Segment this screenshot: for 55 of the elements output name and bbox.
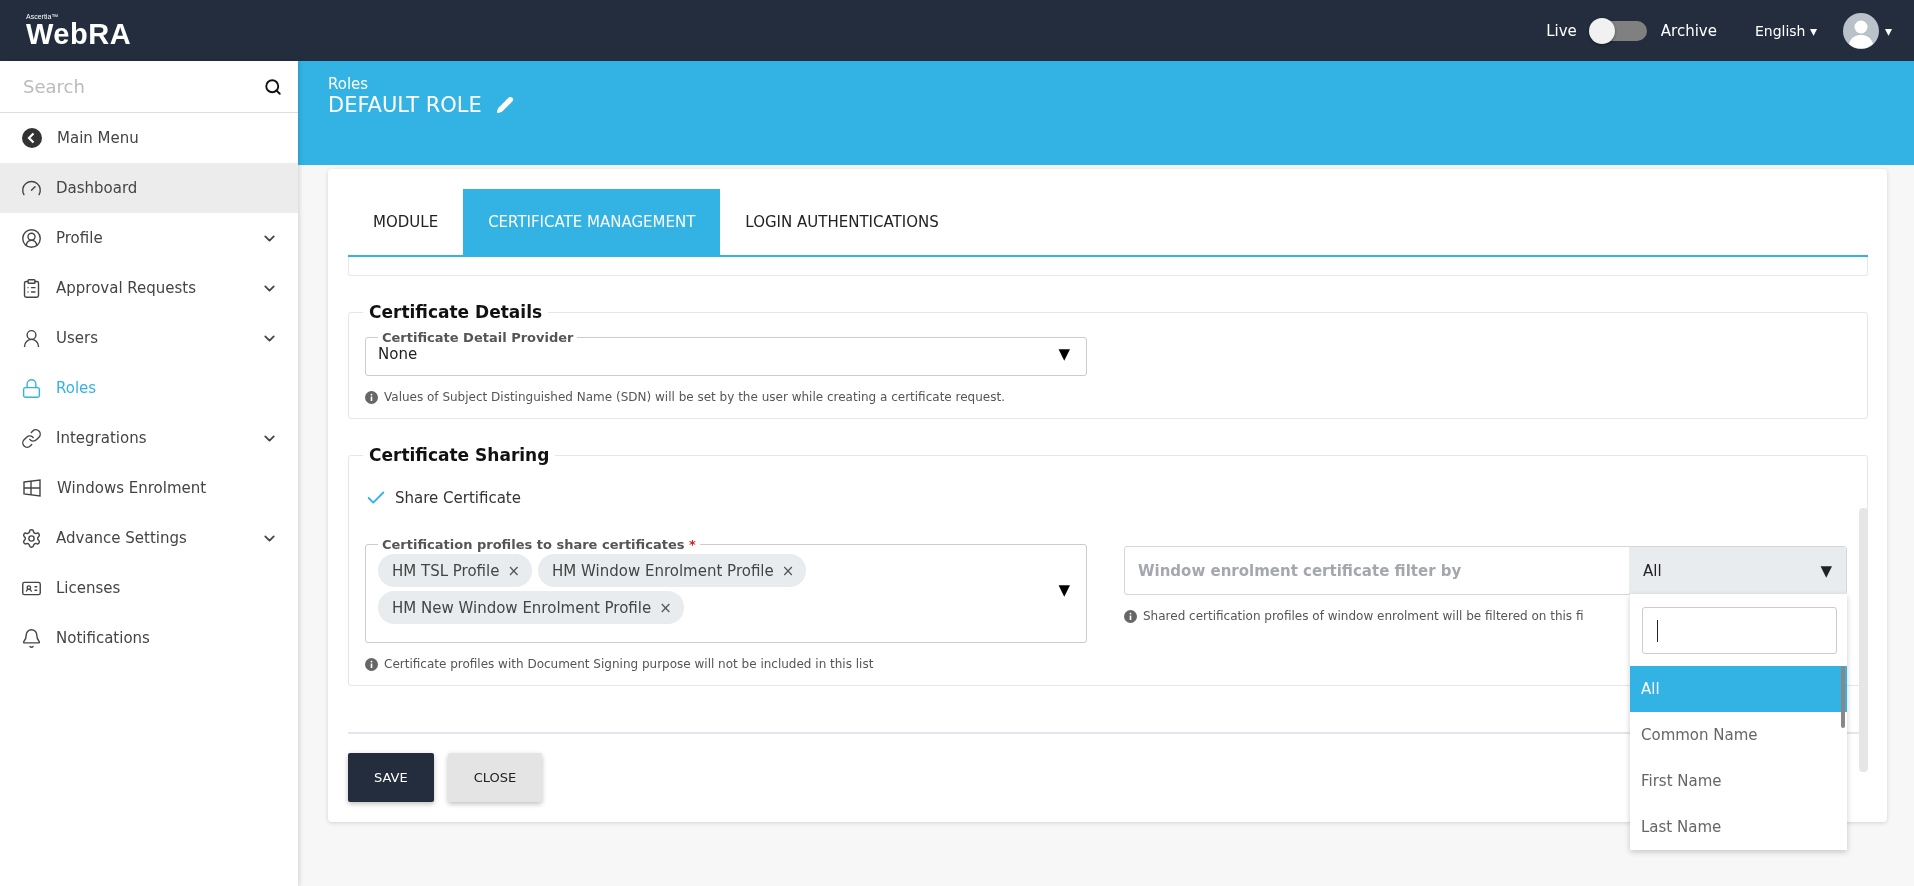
sidebar-item[interactable]: Users — [0, 313, 298, 363]
clipboard-icon — [21, 277, 42, 299]
mode-toggle[interactable] — [1590, 20, 1647, 41]
sidebar-item[interactable]: Approval Requests — [0, 263, 298, 313]
required-mark: * — [688, 537, 696, 552]
sidebar-item[interactable]: Licenses — [0, 563, 298, 613]
info-icon — [365, 657, 378, 671]
back-icon — [21, 127, 43, 149]
profile-chip: HM Window Enrolment Profile × — [538, 554, 807, 587]
avatar-icon — [1842, 12, 1879, 49]
lock-icon — [21, 377, 42, 399]
language-menu[interactable]: English ▾ — [1754, 22, 1817, 39]
profiles-multiselect[interactable]: Certification profiles to share certificates * HM TSL Profile × HM Window Enrolment Profile × HM New Window Enrolment Profile × ▼ — [365, 537, 1087, 643]
remove-button[interactable]: × — [507, 561, 521, 580]
sidebar-item[interactable]: Main Menu — [0, 113, 298, 163]
dropdown-search-field[interactable] — [1642, 607, 1837, 654]
live-label: Live — [1546, 21, 1577, 40]
bell-icon — [21, 627, 42, 649]
window-icon — [21, 477, 43, 499]
edit-icon[interactable] — [495, 96, 514, 114]
dropdown-option[interactable]: Last Name — [1630, 804, 1847, 850]
scrollbar-thumb[interactable] — [1841, 666, 1845, 728]
sidebar-item[interactable]: Advance Settings — [0, 513, 298, 563]
scrollbar[interactable] — [1859, 508, 1868, 772]
section-title: Certificate Sharing — [368, 445, 551, 465]
remove-button[interactable]: × — [659, 598, 672, 617]
profile-chip: HM New Window Enrolment Profile × — [378, 591, 684, 624]
info-icon — [1124, 609, 1137, 623]
user-circle-icon — [21, 227, 42, 249]
remove-button[interactable]: × — [781, 561, 795, 580]
section-title: Certificate Details — [368, 302, 544, 322]
breadcrumb: Roles — [328, 75, 370, 93]
profile-chip: HM TSL Profile × — [378, 554, 533, 587]
page-title: DEFAULT ROLE — [328, 93, 482, 117]
sidebar-item[interactable]: Profile — [0, 213, 298, 263]
save-button[interactable]: SAVE — [348, 753, 434, 802]
sidebar-item[interactable]: Integrations — [0, 413, 298, 463]
share-checkbox[interactable]: Share Certificate — [365, 487, 1851, 509]
provider-select[interactable]: Certificate Detail Provider None ▼ — [365, 330, 1087, 376]
link-icon — [21, 427, 42, 449]
sidebar-item[interactable]: Dashboard — [0, 163, 298, 213]
archive-label: Archive — [1660, 21, 1717, 40]
help-text: Certificate profiles with Document Signing purpose will not be included in this list — [384, 657, 874, 671]
sidebar-item[interactable]: Notifications — [0, 613, 298, 663]
user-icon — [21, 327, 42, 349]
sidebar-item[interactable]: Windows Enrolment — [0, 463, 298, 513]
user-menu[interactable]: ▾ — [1842, 12, 1892, 49]
help-text: Values of Subject Distinguished Name (SDN) will be set by the user while creating a certificate request. — [384, 390, 1005, 404]
dropdown-option[interactable]: First Name — [1630, 758, 1847, 804]
info-icon — [365, 390, 378, 404]
settings-icon — [21, 527, 42, 549]
dropdown-option[interactable]: Common Name — [1630, 712, 1847, 758]
help-text: Shared certification profiles of window enrolment will be filtered on this fi — [1143, 609, 1584, 623]
close-button[interactable]: CLOSE — [447, 753, 543, 802]
search-icon — [264, 77, 282, 96]
